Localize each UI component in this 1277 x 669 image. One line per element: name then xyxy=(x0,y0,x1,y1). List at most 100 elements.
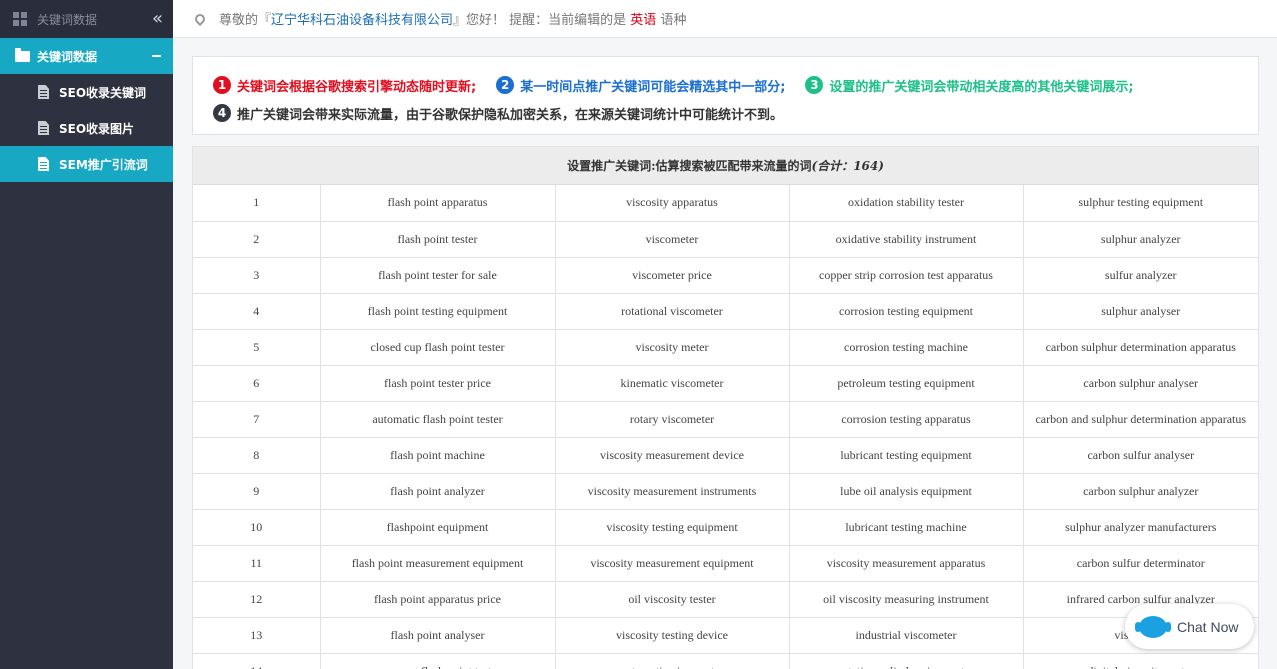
headset-icon xyxy=(1135,615,1171,638)
keyword-cell: lube oil analysis equipment xyxy=(789,473,1024,510)
row-index-cell: 3 xyxy=(193,257,321,294)
sidebar-group-keywords[interactable]: 关键词数据 xyxy=(0,38,173,74)
table-row: 7 automatic flash point tester rotary visc… xyxy=(193,401,1258,438)
table-row: 12 flash point apparatus price oil viscosi… xyxy=(193,581,1258,618)
document-icon xyxy=(38,121,49,135)
greeting-prefix: 尊敬的『 xyxy=(219,13,272,28)
keyword-cell: closed cup flash point tester xyxy=(320,329,556,366)
keyword-cell: carbon sulfur determinator xyxy=(1023,545,1258,582)
keyword-cell: oxidation stability tester xyxy=(789,185,1024,222)
table-row: 1 flash point apparatus viscosity apparatu… xyxy=(193,185,1258,222)
notice-line: 4 推广关键词会带来实际流量，由于谷歌保护隐私加密关系，在来源关键词统计中可能统… xyxy=(213,99,1238,127)
notice-text: 关键词会根据谷歌搜索引擎动态随时更新; xyxy=(237,79,477,95)
keyword-cell: corrosion testing equipment xyxy=(789,293,1024,330)
keyword-cell: sulphur analyser xyxy=(1023,293,1258,330)
keyword-cell: viscosity testing device xyxy=(555,617,790,654)
folder-icon xyxy=(15,47,30,62)
keyword-cell: rotational viscometer xyxy=(555,293,790,330)
keyword-cell: sulfur analyzer xyxy=(1023,257,1258,294)
keyword-cell: flash point measurement equipment xyxy=(320,545,556,582)
row-index-cell: 6 xyxy=(193,365,321,402)
document-icon xyxy=(38,157,49,171)
sidebar-item-sem-keywords[interactable]: SEM推广引流词 xyxy=(0,146,173,182)
sidebar-header-label: 关键词数据 xyxy=(37,12,98,27)
company-name: 辽宁华科石油设备科技有限公司 xyxy=(271,13,454,28)
keyword-cell: flash point tester xyxy=(320,221,556,258)
keyword-cell: viscosity measurement device xyxy=(555,437,790,474)
sidebar-item-label: SEM推广引流词 xyxy=(59,157,148,172)
chat-now-button[interactable]: Chat Now xyxy=(1125,604,1254,649)
table-row: 9 flash point analyzer viscosity measureme… xyxy=(193,473,1258,510)
number-badge: 3 xyxy=(805,76,824,94)
keyword-cell: sulphur analyzer xyxy=(1023,221,1258,258)
keyword-cell: industrial viscometer xyxy=(789,617,1024,654)
table-total: (合计：164) xyxy=(811,159,884,173)
notice-text: 某一时间点推广关键词可能会精选其中一部分; xyxy=(520,79,786,95)
notice-text: 推广关键词会带来实际流量，由于谷歌保护隐私加密关系，在来源关键词统计中可能统计不… xyxy=(237,107,784,123)
table-row: 10 flashpoint equipment viscosity testing … xyxy=(193,509,1258,546)
table-row: 11 flash point measurement equipment visco… xyxy=(193,545,1258,582)
keyword-table-panel: 设置推广关键词:估算搜索被匹配带来流量的词 (合计：164) 1 flash po… xyxy=(192,146,1259,669)
keyword-cell: flashpoint equipment xyxy=(320,509,556,546)
keyword-cell: lubricant testing equipment xyxy=(789,437,1024,474)
collapse-sidebar-icon[interactable]: « xyxy=(152,8,163,29)
grid-icon xyxy=(13,12,27,26)
minus-icon[interactable] xyxy=(152,55,161,57)
sidebar-item-label: SEO收录图片 xyxy=(59,121,135,136)
keyword-cell: kinematic viscometer xyxy=(555,365,790,402)
keyword-cell: viscosity meter xyxy=(555,329,790,366)
number-badge: 4 xyxy=(213,104,231,122)
keyword-cell: carbon and sulphur determination apparat… xyxy=(1023,401,1258,438)
sidebar-header: 关键词数据 « xyxy=(0,0,173,38)
keyword-cell: flash point tester for sale xyxy=(320,257,556,294)
row-index-cell: 7 xyxy=(193,401,321,438)
row-index-cell: 9 xyxy=(193,473,321,510)
keyword-cell: flash point machine xyxy=(320,437,556,474)
sidebar: 关键词数据 « 关键词数据 SEO收录关键词 SEO收录图片 SEM推广引流词 xyxy=(0,0,173,669)
keyword-cell: corrosion testing machine xyxy=(789,329,1024,366)
sidebar-item-seo-keywords[interactable]: SEO收录关键词 xyxy=(0,74,173,110)
keyword-cell: rotating cylinder viscometer xyxy=(789,653,1024,669)
keyword-cell: digital viscosity meter xyxy=(1023,653,1258,669)
keyword-cell: sulphur analyzer manufacturers xyxy=(1023,509,1258,546)
row-index-cell: 10 xyxy=(193,509,321,546)
notice-item: 3 设置的推广关键词会带动相关度高的其他关键词展示; xyxy=(805,76,1134,95)
sidebar-item-label: SEO收录关键词 xyxy=(59,85,147,100)
current-language: 英语 xyxy=(630,13,657,28)
keyword-cell: carbon sulphur analyser xyxy=(1023,365,1258,402)
keyword-cell: petroleum testing equipment xyxy=(789,365,1024,402)
notice-item: 4 推广关键词会带来实际流量，由于谷歌保护隐私加密关系，在来源关键词统计中可能统… xyxy=(213,104,783,123)
keyword-table: 1 flash point apparatus viscosity apparatu… xyxy=(193,185,1258,669)
row-index-cell: 13 xyxy=(193,617,321,654)
keyword-cell: carbon sulphur determination apparatus xyxy=(1023,329,1258,366)
keyword-cell: viscosity measurement instruments xyxy=(555,473,790,510)
notice-item: 1 关键词会根据谷歌搜索引擎动态随时更新; xyxy=(213,76,476,95)
greeting-suffix: 』您好！ 提醒：当前编辑的是 xyxy=(453,13,631,28)
sidebar-group-label: 关键词数据 xyxy=(37,49,98,64)
table-row: 4 flash point testing equipment rotational… xyxy=(193,293,1258,330)
keyword-cell: viscosity apparatus xyxy=(555,185,790,222)
number-badge: 1 xyxy=(213,76,231,94)
document-icon xyxy=(38,85,49,99)
notice-line: 1 关键词会根据谷歌搜索引擎动态随时更新; 2 某一时间点推广关键词可能会精选其… xyxy=(213,71,1238,99)
notice-item: 2 某一时间点推广关键词可能会精选其中一部分; xyxy=(496,76,785,95)
keyword-cell: flash point apparatus price xyxy=(320,581,556,618)
keyword-cell: viscometer xyxy=(555,221,790,258)
keyword-cell: oil viscosity tester xyxy=(555,581,790,618)
keyword-cell: sulphur testing equipment xyxy=(1023,185,1258,222)
keyword-cell: flash point analyzer xyxy=(320,473,556,510)
table-title-text: 设置推广关键词:估算搜索被匹配带来流量的词 xyxy=(567,159,812,173)
row-index-cell: 4 xyxy=(193,293,321,330)
keyword-cell: flash point apparatus xyxy=(320,185,556,222)
table-row: 2 flash point tester viscometer oxidative s… xyxy=(193,221,1258,258)
sidebar-item-seo-images[interactable]: SEO收录图片 xyxy=(0,110,173,146)
keyword-cell: lubricant testing machine xyxy=(789,509,1024,546)
notice-box: 1 关键词会根据谷歌搜索引擎动态随时更新; 2 某一时间点推广关键词可能会精选其… xyxy=(192,56,1259,135)
keyword-cell: open cup flash point tester xyxy=(320,653,556,669)
row-index-cell: 8 xyxy=(193,437,321,474)
keyword-cell: viscosity testing equipment xyxy=(555,509,790,546)
row-index-cell: 1 xyxy=(193,185,321,222)
keyword-cell: viscosity measurement equipment xyxy=(555,545,790,582)
table-row: 13 flash point analyser viscosity testing … xyxy=(193,617,1258,654)
keyword-cell: copper strip corrosion test apparatus xyxy=(789,257,1024,294)
